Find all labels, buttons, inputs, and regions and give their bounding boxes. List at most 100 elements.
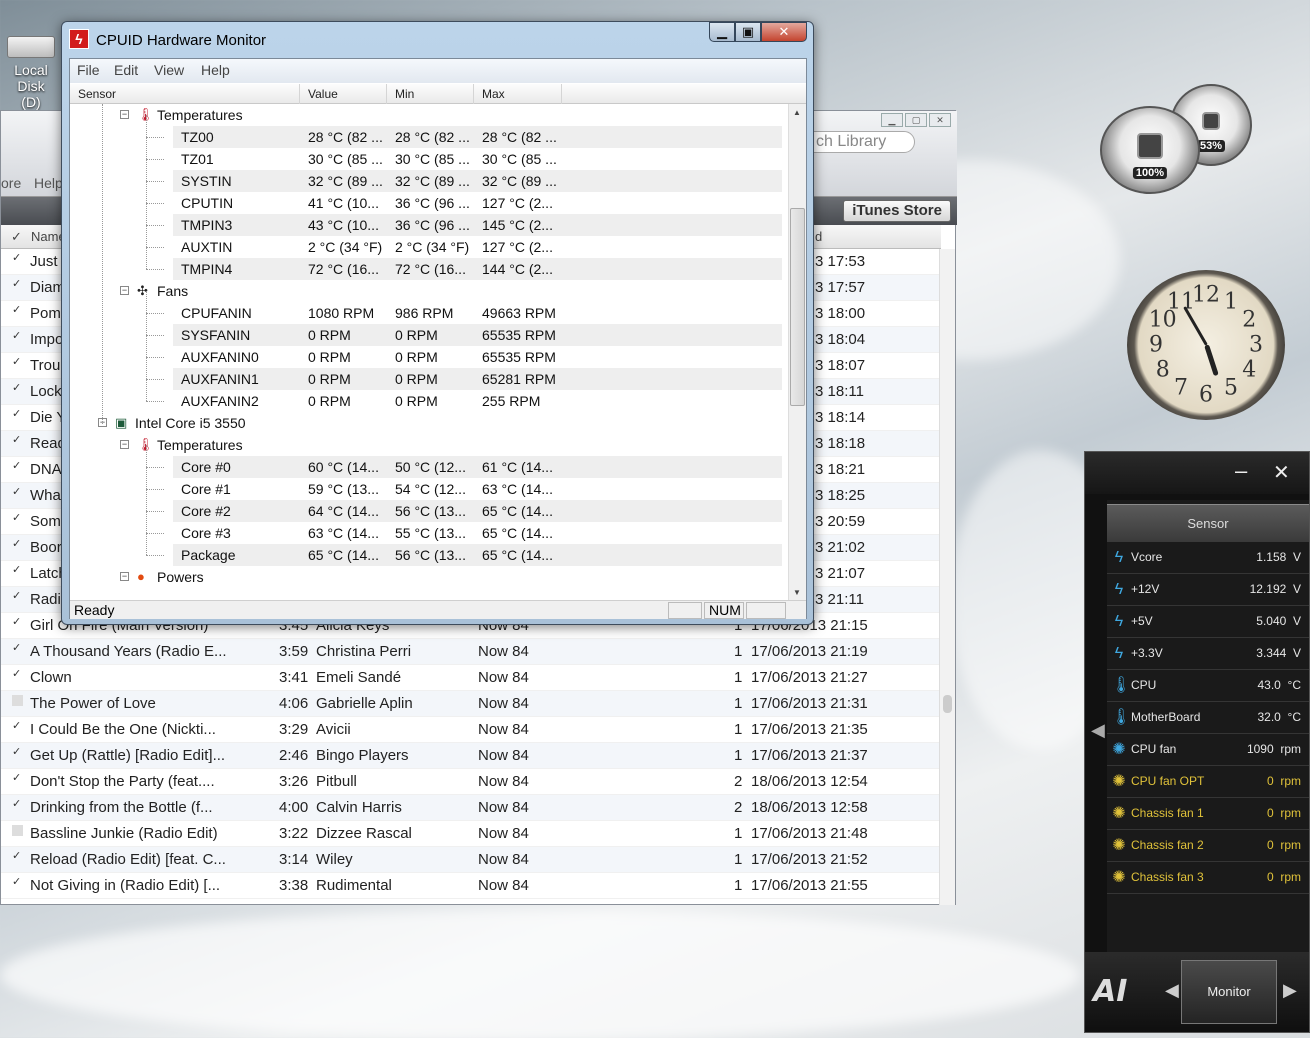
track-checkbox[interactable]: ✓ xyxy=(12,305,23,316)
track-checkbox[interactable]: ✓ xyxy=(12,643,23,654)
track-checkbox[interactable]: ✓ xyxy=(12,461,23,472)
sensor-column-header[interactable]: Sensor xyxy=(70,84,300,104)
scroll-down-arrow-icon[interactable]: ▼ xyxy=(793,588,801,597)
track-row[interactable]: ✓ Reload (Radio Edit) [feat. C... 3:14 Wile… xyxy=(1,847,941,873)
sensor-row[interactable]: Core #1 59 °C (13... 54 °C (12... 63 °C (14… xyxy=(70,478,788,500)
minimize-button[interactable]: ▁ xyxy=(709,22,735,42)
collapse-arrow-icon[interactable]: ◀ xyxy=(1091,720,1105,741)
clock-gadget[interactable]: 12 1 2 3 4 5 6 7 8 9 10 11 xyxy=(1127,270,1285,420)
sensor-row[interactable]: CPUFANIN 1080 RPM 986 RPM 49663 RPM xyxy=(70,302,788,324)
menu-file[interactable]: File xyxy=(77,62,100,78)
track-row[interactable]: ✓ Get Up (Rattle) [Radio Edit]... 2:46 Bing… xyxy=(1,743,941,769)
scroll-thumb[interactable] xyxy=(943,695,952,713)
track-row[interactable]: ✓ Clown 3:41 Emeli Sandé Now 84 1 17/06/2013 2… xyxy=(1,665,941,691)
sensor-reading-value: 32.0 xyxy=(1257,710,1281,724)
track-checkbox[interactable] xyxy=(12,825,23,836)
itunes-scrollbar[interactable] xyxy=(939,249,955,905)
hwmonitor-window[interactable]: ϟ CPUID Hardware Monitor ▁ ▣ ✕ File Edit… xyxy=(61,21,814,625)
track-checkbox[interactable]: ✓ xyxy=(12,487,23,498)
track-checkbox[interactable]: ✓ xyxy=(12,877,23,888)
next-arrow-icon[interactable]: ▶ xyxy=(1283,980,1297,1001)
sensor-row[interactable]: AUXFANIN0 0 RPM 0 RPM 65535 RPM xyxy=(70,346,788,368)
menu-edit[interactable]: Edit xyxy=(114,62,138,78)
sensor-row[interactable]: CPUTIN 41 °C (10... 36 °C (96 ... 127 °C (2… xyxy=(70,192,788,214)
track-checkbox[interactable]: ✓ xyxy=(12,851,23,862)
tree-collapse-toggle[interactable]: − xyxy=(120,286,129,295)
menu-view[interactable]: View xyxy=(154,62,184,78)
value-column-header[interactable]: Value xyxy=(300,84,387,104)
close-button[interactable]: ✕ xyxy=(929,113,951,127)
track-checkbox[interactable]: ✓ xyxy=(12,669,23,680)
track-checkbox[interactable]: ✓ xyxy=(12,565,23,576)
track-row[interactable]: ✓ Don't Stop the Party (feat.... 3:26 Pitbu… xyxy=(1,769,941,795)
sensor-row[interactable]: TZ01 30 °C (85 ... 30 °C (85 ... 30 °C (85 … xyxy=(70,148,788,170)
tree-collapse-toggle[interactable]: − xyxy=(120,110,129,119)
sensor-group-row[interactable]: − ▣ Intel Core i5 3550 xyxy=(70,412,788,434)
menu-store-partial[interactable]: ore xyxy=(1,175,21,191)
scroll-thumb[interactable] xyxy=(790,208,805,406)
cpu-meter-gadget[interactable]: 100% xyxy=(1100,106,1200,194)
maximize-button[interactable]: ▣ xyxy=(735,22,761,42)
sensor-row[interactable]: AUXTIN 2 °C (34 °F) 2 °C (34 °F) 127 °C (2.… xyxy=(70,236,788,258)
date-column-header[interactable]: d xyxy=(815,229,822,244)
track-checkbox[interactable]: ✓ xyxy=(12,279,23,290)
sensor-group-row[interactable]: − 🌡 Temperatures xyxy=(70,434,788,456)
tree-collapse-toggle[interactable]: − xyxy=(120,572,129,581)
sensor-group-row[interactable]: − ✣ Fans xyxy=(70,280,788,302)
minimize-button[interactable]: ▁ xyxy=(881,113,903,127)
monitor-button[interactable]: Monitor xyxy=(1181,960,1277,1024)
sensor-row[interactable]: TZ00 28 °C (82 ... 28 °C (82 ... 28 °C (82 … xyxy=(70,126,788,148)
track-checkbox[interactable]: ✓ xyxy=(12,409,23,420)
track-checkbox[interactable]: ✓ xyxy=(12,799,23,810)
track-checkbox[interactable]: ✓ xyxy=(12,617,23,628)
ai-suite-monitor-panel[interactable]: – ✕ ◀ Sensor ϟ Vcore 1.158 Vϟ +12V 12.192 Vϟ… xyxy=(1084,451,1310,1033)
track-checkbox[interactable]: ✓ xyxy=(12,513,23,524)
close-button[interactable]: ✕ xyxy=(761,22,807,42)
sensor-row[interactable]: Core #3 63 °C (14... 55 °C (13... 65 °C (14… xyxy=(70,522,788,544)
check-column-header[interactable]: ✓ xyxy=(11,229,22,245)
track-checkbox[interactable]: ✓ xyxy=(12,747,23,758)
track-checkbox[interactable]: ✓ xyxy=(12,435,23,446)
menu-help-partial[interactable]: Help xyxy=(34,175,63,191)
minimize-button[interactable]: – xyxy=(1235,458,1247,484)
track-checkbox[interactable]: ✓ xyxy=(12,331,23,342)
min-column-header[interactable]: Min xyxy=(387,84,474,104)
track-row[interactable]: ✓ A Thousand Years (Radio E... 3:59 Christi… xyxy=(1,639,941,665)
sensor-row[interactable]: TMPIN3 43 °C (10... 36 °C (96 ... 145 °C (2… xyxy=(70,214,788,236)
sensor-row[interactable]: SYSTIN 32 °C (89 ... 32 °C (89 ... 32 °C (8… xyxy=(70,170,788,192)
sensor-group-row[interactable]: − 🌡 Temperatures xyxy=(70,104,788,126)
track-checkbox[interactable]: ✓ xyxy=(12,539,23,550)
sensor-row[interactable]: TMPIN4 72 °C (16... 72 °C (16... 144 °C (2.… xyxy=(70,258,788,280)
track-row[interactable]: Bassline Junkie (Radio Edit) 3:22 Dizzee R… xyxy=(1,821,941,847)
track-checkbox[interactable]: ✓ xyxy=(12,253,23,264)
track-row[interactable]: The Power of Love 4:06 Gabrielle Aplin Now … xyxy=(1,691,941,717)
track-artist: Pitbull xyxy=(316,773,357,790)
sensor-row[interactable]: Package 65 °C (14... 56 °C (13... 65 °C (14… xyxy=(70,544,788,566)
track-checkbox[interactable] xyxy=(12,695,23,706)
track-checkbox[interactable]: ✓ xyxy=(12,721,23,732)
menu-help[interactable]: Help xyxy=(201,62,230,78)
maximize-button[interactable]: ▢ xyxy=(905,113,927,127)
track-row[interactable]: ✓ Not Giving in (Radio Edit) [... 3:38 Rudi… xyxy=(1,873,941,899)
itunes-store-button[interactable]: iTunes Store xyxy=(843,200,951,222)
sensor-group-row[interactable]: − ● Powers xyxy=(70,566,788,588)
close-button[interactable]: ✕ xyxy=(1273,460,1290,485)
sensor-row[interactable]: AUXFANIN1 0 RPM 0 RPM 65281 RPM xyxy=(70,368,788,390)
sensor-row[interactable]: SYSFANIN 0 RPM 0 RPM 65535 RPM xyxy=(70,324,788,346)
tree-collapse-toggle[interactable]: − xyxy=(120,440,129,449)
sensor-tree-scrollbar[interactable]: ▲ ▼ xyxy=(788,104,806,600)
max-column-header[interactable]: Max xyxy=(474,84,562,104)
track-checkbox[interactable]: ✓ xyxy=(12,591,23,602)
track-row[interactable]: ✓ Drinking from the Bottle (f... 4:00 Calvi… xyxy=(1,795,941,821)
track-checkbox[interactable]: ✓ xyxy=(12,773,23,784)
local-disk-desktop-icon[interactable]: Local Disk (D) xyxy=(0,30,62,110)
track-checkbox[interactable]: ✓ xyxy=(12,357,23,368)
desktop-icon-label: Local Disk xyxy=(14,62,48,94)
sensor-row[interactable]: Core #2 64 °C (14... 56 °C (13... 65 °C (14… xyxy=(70,500,788,522)
sensor-row[interactable]: Core #0 60 °C (14... 50 °C (12... 61 °C (14… xyxy=(70,456,788,478)
scroll-up-arrow-icon[interactable]: ▲ xyxy=(793,108,801,117)
prev-arrow-icon[interactable]: ◀ xyxy=(1165,980,1179,1001)
track-checkbox[interactable]: ✓ xyxy=(12,383,23,394)
sensor-row[interactable]: AUXFANIN2 0 RPM 0 RPM 255 RPM xyxy=(70,390,788,412)
track-row[interactable]: ✓ I Could Be the One (Nickti... 3:29 Avicii… xyxy=(1,717,941,743)
